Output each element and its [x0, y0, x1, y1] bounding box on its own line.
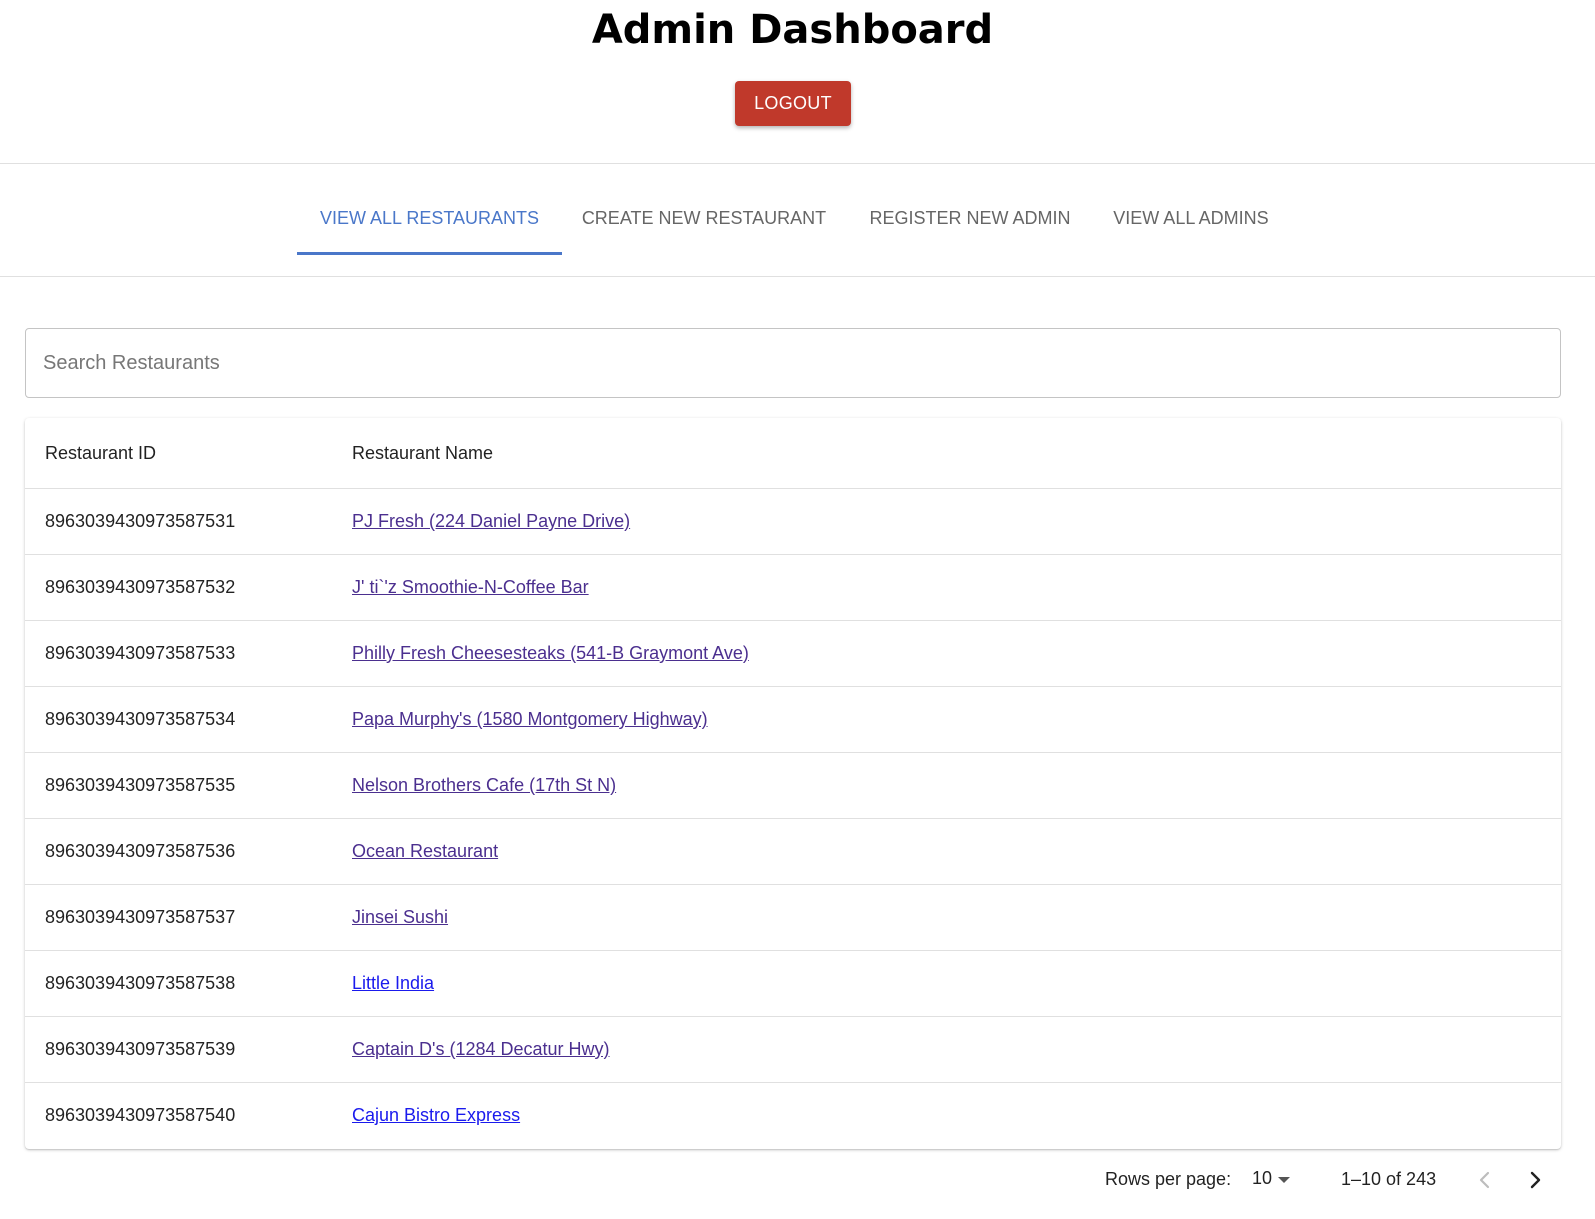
table-row: 8963039430973587531 PJ Fresh (224 Daniel… [25, 488, 1561, 555]
restaurant-id-cell: 8963039430973587536 [25, 818, 332, 885]
rows-per-page-select[interactable]: 10 [1252, 1162, 1302, 1196]
restaurant-name-cell: Papa Murphy's (1580 Montgomery Highway) [332, 686, 1561, 753]
restaurant-name-cell: Ocean Restaurant [332, 818, 1561, 885]
table-row: 8963039430973587536 Ocean Restaurant [25, 818, 1561, 885]
restaurant-name-link[interactable]: Captain D's (1284 Decatur Hwy) [352, 1039, 610, 1059]
restaurant-name-link[interactable]: PJ Fresh (224 Daniel Payne Drive) [352, 511, 630, 531]
restaurant-name-cell: Cajun Bistro Express [332, 1083, 1561, 1149]
previous-page-button[interactable] [1465, 1160, 1505, 1200]
restaurant-name-link[interactable]: Nelson Brothers Cafe (17th St N) [352, 775, 616, 795]
pagination: Rows per page: 10 1–10 of 243 [0, 1160, 1595, 1200]
header: Admin Dashboard LOGOUT [0, 0, 1595, 164]
restaurant-id-cell: 8963039430973587538 [25, 950, 332, 1017]
restaurants-table: Restaurant ID Restaurant Name 8963039430… [25, 418, 1561, 1149]
restaurant-id-cell: 8963039430973587533 [25, 620, 332, 687]
tab-view-all-admins[interactable]: VIEW ALL ADMINS [1110, 206, 1272, 252]
restaurant-name-cell: Philly Fresh Cheesesteaks (541-B Graymon… [332, 620, 1561, 687]
column-header-restaurant-name: Restaurant Name [332, 418, 1561, 489]
table-row: 8963039430973587539 Captain D's (1284 De… [25, 1016, 1561, 1083]
restaurant-name-link[interactable]: J' ti`'z Smoothie-N-Coffee Bar [352, 577, 589, 597]
restaurant-name-link[interactable]: Ocean Restaurant [352, 841, 498, 861]
chevron-right-icon [1530, 1171, 1541, 1189]
table-row: 8963039430973587537 Jinsei Sushi [25, 884, 1561, 951]
restaurant-id-cell: 8963039430973587539 [25, 1016, 332, 1083]
restaurant-name-cell: Little India [332, 950, 1561, 1017]
restaurant-name-cell: PJ Fresh (224 Daniel Payne Drive) [332, 488, 1561, 555]
table-row: 8963039430973587540 Cajun Bistro Express [25, 1083, 1561, 1149]
restaurant-name-link[interactable]: Cajun Bistro Express [352, 1105, 520, 1125]
restaurant-id-cell: 8963039430973587540 [45, 1105, 236, 1125]
restaurant-id-cell: 8963039430973587535 [25, 752, 332, 819]
table-row: 8963039430973587533 Philly Fresh Cheeses… [25, 620, 1561, 687]
table-header-row: Restaurant ID Restaurant Name [25, 418, 1561, 489]
restaurant-name-link[interactable]: Philly Fresh Cheesesteaks (541-B Graymon… [352, 643, 749, 663]
search-box [25, 328, 1561, 398]
table-row: 8963039430973587534 Papa Murphy's (1580 … [25, 686, 1561, 753]
logout-button[interactable]: LOGOUT [735, 81, 851, 126]
tab-view-all-restaurants[interactable]: VIEW ALL RESTAURANTS [297, 206, 562, 255]
restaurant-name-link[interactable]: Papa Murphy's (1580 Montgomery Highway) [352, 709, 708, 729]
restaurant-id-cell: 8963039430973587532 [25, 554, 332, 621]
restaurant-id-cell: 8963039430973587537 [25, 884, 332, 951]
page-range: 1–10 of 243 [1341, 1169, 1437, 1189]
table-row: 8963039430973587532 J' ti`'z Smoothie-N-… [25, 554, 1561, 621]
tab-bar: VIEW ALL RESTAURANTS CREATE NEW RESTAURA… [0, 164, 1595, 277]
restaurant-name-cell: Captain D's (1284 Decatur Hwy) [332, 1016, 1561, 1083]
rows-per-page-value: 10 [1252, 1168, 1273, 1188]
restaurant-name-link[interactable]: Jinsei Sushi [352, 907, 448, 927]
dropdown-arrow-icon [1278, 1177, 1290, 1183]
restaurant-name-cell: Jinsei Sushi [332, 884, 1561, 951]
search-input[interactable] [26, 329, 1560, 397]
column-header-restaurant-id: Restaurant ID [25, 418, 332, 489]
rows-per-page-label: Rows per page: [1105, 1169, 1232, 1189]
restaurant-id-cell: 8963039430973587531 [25, 488, 332, 555]
table-row: 8963039430973587535 Nelson Brothers Cafe… [25, 752, 1561, 819]
restaurant-name-cell: J' ti`'z Smoothie-N-Coffee Bar [332, 554, 1561, 621]
restaurant-name-link[interactable]: Little India [352, 973, 434, 993]
chevron-left-icon [1479, 1171, 1490, 1189]
tab-register-new-admin[interactable]: REGISTER NEW ADMIN [867, 206, 1073, 252]
page-title: Admin Dashboard [591, 7, 994, 53]
restaurant-id-cell: 8963039430973587534 [25, 686, 332, 753]
restaurant-name-cell: Nelson Brothers Cafe (17th St N) [332, 752, 1561, 819]
table: Restaurant ID Restaurant Name 8963039430… [25, 418, 1561, 1148]
tab-create-new-restaurant[interactable]: CREATE NEW RESTAURANT [579, 206, 829, 252]
table-row: 8963039430973587538 Little India [25, 950, 1561, 1017]
next-page-button[interactable] [1515, 1160, 1555, 1200]
